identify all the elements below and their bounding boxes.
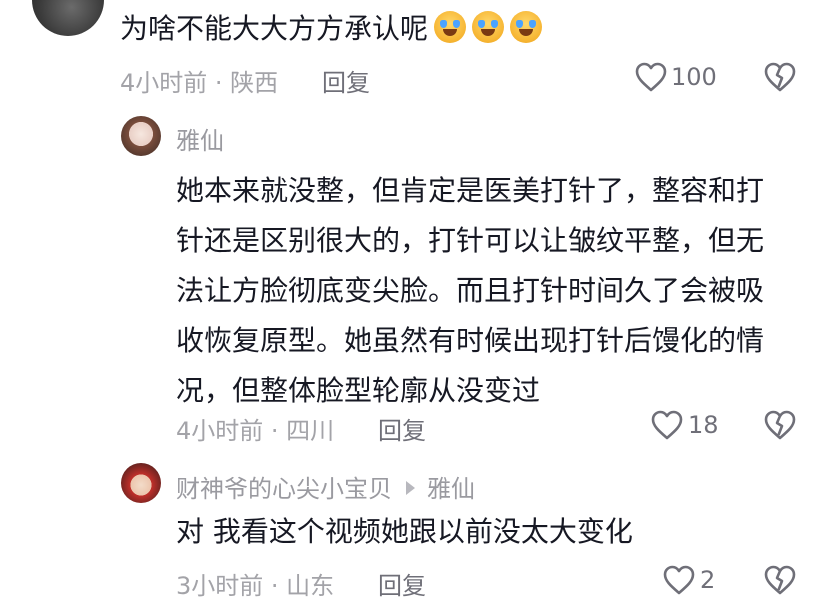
dislike-icon[interactable]	[763, 409, 797, 441]
reply-1-like-count: 18	[688, 411, 719, 439]
reply-1-reply-button[interactable]: 回复	[378, 411, 426, 446]
reply-2-reply-button[interactable]: 回复	[378, 566, 426, 601]
reply-to-arrow-icon	[406, 481, 415, 495]
reply-1-line: 针还是区别很大的，打针可以让皱纹平整，但无	[176, 224, 765, 257]
top-comment-text: 为啥不能大大方方承认呢	[120, 12, 429, 45]
reply-2-meta: 3小时前 · 山东	[176, 572, 335, 600]
sad-tears-emoji	[510, 11, 543, 43]
dislike-icon[interactable]	[763, 61, 797, 93]
reply-1-line: 收恢复原型。她虽然有时候出现打针后馒化的情	[176, 324, 765, 357]
reply-1-line: 法让方脸彻底变尖脸。而且打针时间久了会被吸	[176, 274, 765, 307]
reply-2-header: 财神爷的心尖小宝贝 雅仙	[176, 469, 475, 504]
reply-2-like-count: 2	[700, 566, 716, 594]
reply-2-reply-to[interactable]: 雅仙	[427, 475, 475, 503]
like-icon[interactable]	[650, 409, 684, 441]
reply-2-author[interactable]: 财神爷的心尖小宝贝	[176, 475, 392, 503]
sad-tears-emoji	[434, 11, 467, 43]
like-icon[interactable]	[662, 564, 696, 596]
reply-1-author[interactable]: 雅仙	[176, 121, 224, 156]
reply-1-line: 她本来就没整，但肯定是医美打针了，整容和打	[176, 174, 765, 207]
avatar-top-commenter[interactable]	[32, 0, 104, 36]
reply-2-text: 对 我看这个视频她跟以前没太大变化	[176, 515, 633, 548]
reply-1-meta: 4小时前 · 四川	[176, 417, 335, 445]
like-icon[interactable]	[634, 61, 668, 93]
top-comment-meta: 4小时前 · 陕西	[120, 69, 279, 97]
reply-1-text: 她本来就没整，但肯定是医美打针了，整容和打 针还是区别很大的，打针可以让皱纹平整…	[176, 166, 764, 416]
top-comment-like-count: 100	[671, 63, 717, 91]
top-comment-reply-button[interactable]: 回复	[322, 63, 370, 98]
dislike-icon[interactable]	[763, 564, 797, 596]
top-comment-text-row: 为啥不能大大方方承认呢	[120, 10, 543, 48]
avatar-reply-1[interactable]	[121, 116, 161, 156]
avatar-reply-2[interactable]	[121, 463, 161, 503]
sad-tears-emoji	[472, 11, 505, 43]
